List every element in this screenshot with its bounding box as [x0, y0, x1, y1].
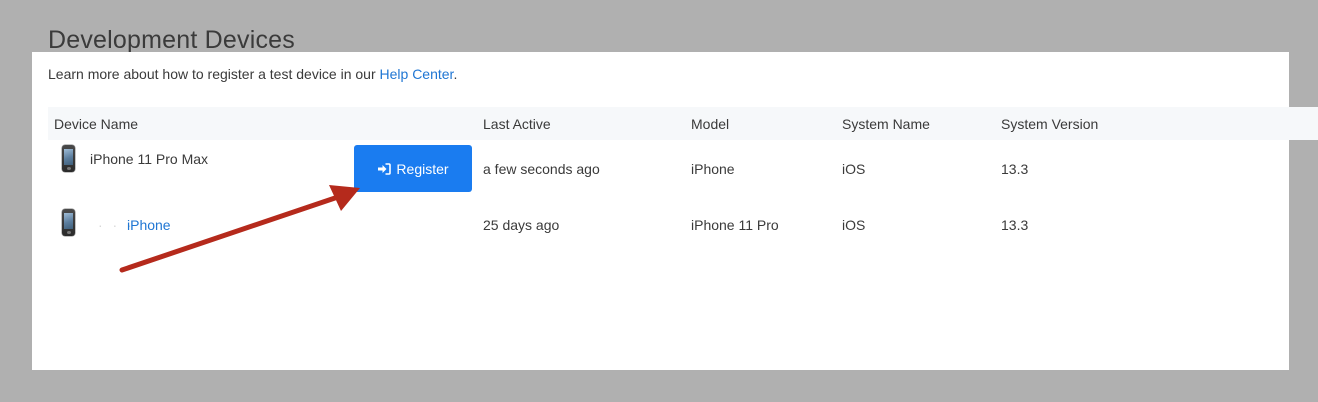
table-row: iPhone 11 Pro Max a few seconds ago iPho… — [48, 140, 1289, 194]
help-text: Learn more about how to register a test … — [48, 64, 457, 84]
column-header-system-version[interactable]: System Version — [1001, 115, 1098, 133]
system-name: iOS — [842, 161, 866, 177]
column-header-system-name[interactable]: System Name — [842, 115, 930, 133]
table-header: Device Name Last Active Model System Nam… — [48, 107, 1318, 140]
column-header-last-active[interactable]: Last Active — [483, 115, 551, 133]
system-version: 13.3 — [1001, 161, 1029, 177]
iphone-icon — [62, 145, 75, 172]
column-header-model[interactable]: Model — [691, 115, 729, 133]
help-text-suffix: . — [453, 66, 458, 82]
sign-in-icon — [378, 162, 392, 175]
register-button-label: Register — [396, 160, 449, 177]
iphone-icon — [62, 209, 75, 236]
last-active: 25 days ago — [483, 217, 560, 233]
device-name: iPhone 11 Pro Max — [90, 151, 209, 167]
devices-panel: Learn more about how to register a test … — [32, 52, 1318, 370]
system-name: iOS — [842, 217, 866, 233]
column-header-device-name[interactable]: Device Name — [54, 115, 138, 133]
table-row: · · · iPhone 25 days ago iPhone 11 Pro i… — [48, 200, 1289, 254]
model: iPhone — [691, 161, 735, 177]
last-active: a few seconds ago — [483, 161, 600, 177]
register-button[interactable]: Register — [354, 145, 472, 192]
help-center-link[interactable]: Help Center — [380, 66, 454, 82]
device-name-link[interactable]: iPhone — [127, 216, 171, 234]
help-text-prefix: Learn more about how to register a test … — [48, 66, 380, 82]
system-version: 13.3 — [1001, 217, 1029, 233]
model: iPhone 11 Pro — [691, 217, 779, 233]
